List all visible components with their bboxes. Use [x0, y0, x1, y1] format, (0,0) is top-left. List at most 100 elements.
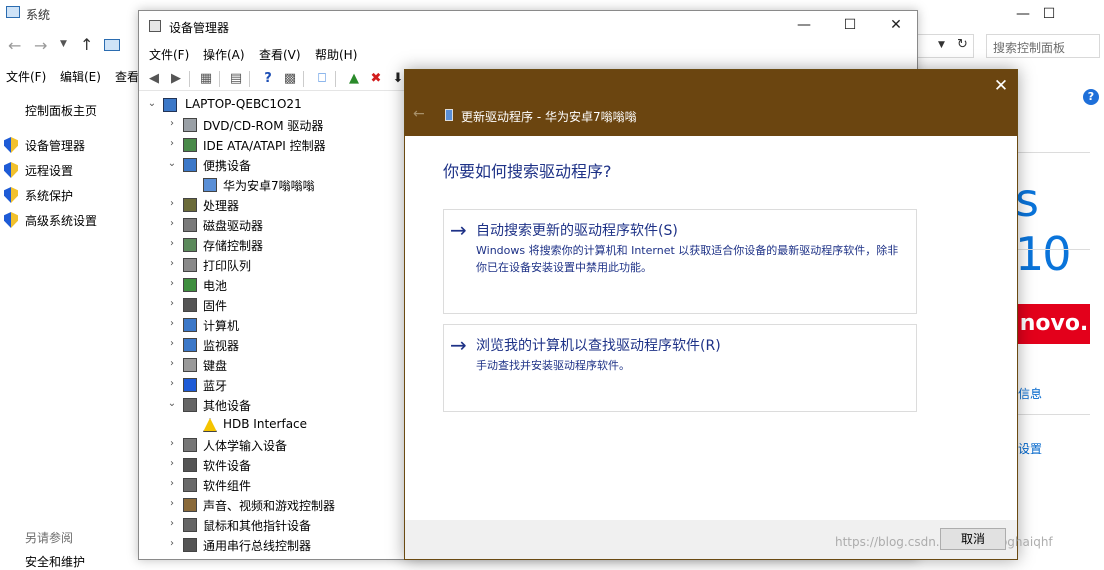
expand-chevron-icon[interactable]: ›: [167, 298, 177, 309]
expand-chevron-icon[interactable]: ›: [167, 318, 177, 329]
refresh-icon[interactable]: ↻: [957, 37, 968, 52]
toolbar-separator: [219, 71, 220, 87]
collapse-chevron-icon[interactable]: ⌄: [167, 158, 177, 169]
system-menu-file[interactable]: 文件(F): [6, 68, 46, 85]
search-input[interactable]: 搜索控制面板: [986, 34, 1100, 58]
expand-chevron-icon[interactable]: ›: [167, 238, 177, 249]
sheet-icon[interactable]: ▤: [227, 70, 245, 88]
dm-menu-view[interactable]: 查看(V): [259, 46, 301, 63]
expand-chevron-icon[interactable]: ›: [167, 498, 177, 509]
expand-chevron-icon[interactable]: ›: [167, 438, 177, 449]
expand-chevron-icon[interactable]: ›: [167, 218, 177, 229]
up-arrow-icon[interactable]: ↑: [80, 35, 93, 54]
properties-grid-icon[interactable]: ▦: [197, 70, 215, 88]
device-manager-title: 设备管理器: [169, 21, 230, 35]
tree-item-label: HDB Interface: [223, 417, 308, 431]
divider: [1018, 249, 1090, 250]
system-menu-bar: 文件(F) 编辑(E) 查看: [0, 66, 140, 86]
expand-chevron-icon[interactable]: ›: [167, 358, 177, 369]
computer-icon: [163, 98, 177, 112]
auto-search-description: Windows 将搜索你的计算机和 Internet 以获取适合你设备的最新驱动…: [476, 244, 899, 274]
tree-item-label: DVD/CD-ROM 驱动器: [203, 119, 324, 133]
expand-chevron-icon[interactable]: ›: [167, 518, 177, 529]
tree-item-label: 监视器: [203, 339, 240, 353]
tree-item-label: 蓝牙: [203, 379, 228, 393]
toolbar-separator: [335, 71, 336, 87]
tree-item-label: 固件: [203, 299, 228, 313]
collapse-chevron-icon[interactable]: ⌄: [147, 98, 157, 109]
recent-locations-chevron-icon[interactable]: ▼: [60, 39, 67, 49]
uninstall-icon[interactable]: ✖: [367, 70, 385, 88]
back-arrow-icon[interactable]: ←: [413, 106, 425, 122]
dm-menu-action[interactable]: 操作(A): [203, 46, 245, 63]
forward-arrow-icon[interactable]: ▶: [167, 70, 185, 88]
expand-chevron-icon[interactable]: ›: [167, 458, 177, 469]
address-bar-icon: [104, 39, 120, 51]
shield-icon: [4, 137, 18, 153]
browse-computer-title: 浏览我的计算机以查找驱动程序软件(R): [476, 338, 721, 354]
expand-chevron-icon[interactable]: ›: [167, 378, 177, 389]
scan-hardware-icon[interactable]: ⎕: [313, 70, 331, 88]
expand-chevron-icon[interactable]: ›: [167, 278, 177, 289]
update-driver-dialog: ✕ ← 更新驱动程序 - 华为安卓7嗡嗡嗡 你要如何搜索驱动程序? → 自动搜索…: [404, 69, 1053, 560]
update-driver-icon[interactable]: ▲: [345, 70, 363, 88]
expand-chevron-icon[interactable]: ›: [167, 198, 177, 209]
system-protection-link[interactable]: 系统保护: [25, 187, 73, 204]
expand-chevron-icon[interactable]: ›: [167, 538, 177, 549]
tree-item-label: 便携设备: [203, 159, 252, 173]
help-icon[interactable]: ?: [1083, 89, 1099, 105]
dialog-close-button[interactable]: ✕: [985, 72, 1017, 100]
remote-settings-link[interactable]: 远程设置: [25, 162, 73, 179]
tree-item-label: 磁盘驱动器: [203, 219, 264, 233]
toolbar-separator: [249, 71, 250, 87]
dm-menu-file[interactable]: 文件(F): [149, 46, 189, 63]
expand-chevron-icon[interactable]: ›: [167, 118, 177, 129]
back-arrow-icon[interactable]: ←: [8, 36, 21, 55]
system-maximize-button[interactable]: ☐: [1026, 0, 1072, 28]
warning-device-icon: [203, 418, 217, 432]
expand-chevron-icon[interactable]: ›: [167, 338, 177, 349]
cancel-button[interactable]: 取消: [940, 528, 1006, 550]
change-settings-link[interactable]: 设置: [1018, 440, 1042, 457]
collapse-chevron-icon[interactable]: ⌄: [167, 398, 177, 409]
dialog-question: 你要如何搜索驱动程序?: [443, 162, 612, 181]
windows-10-logo: s 10: [1015, 173, 1072, 281]
expand-chevron-icon[interactable]: ›: [167, 258, 177, 269]
auto-search-option[interactable]: → 自动搜索更新的驱动程序软件(S) Windows 将搜索你的计算机和 Int…: [443, 209, 917, 314]
toolbar-separator: [303, 71, 304, 87]
security-maintenance-link[interactable]: 安全和维护: [25, 553, 85, 570]
address-dropdown-chevron-icon[interactable]: ▼: [938, 40, 945, 50]
dm-menu-help[interactable]: 帮助(H): [315, 46, 357, 63]
tree-item-label: 软件组件: [203, 479, 252, 493]
shield-icon: [4, 187, 18, 203]
support-info-link[interactable]: 信息: [1018, 385, 1042, 402]
tree-item-label: 电池: [203, 279, 228, 293]
control-panel-home-link[interactable]: 控制面板主页: [25, 102, 97, 119]
storage-controller-icon: [183, 238, 197, 252]
dm-minimize-button[interactable]: —: [781, 11, 827, 39]
monitor-icon: [183, 338, 197, 352]
tree-item-label: IDE ATA/ATAPI 控制器: [203, 139, 326, 153]
system-menu-edit[interactable]: 编辑(E): [60, 68, 101, 85]
device-manager-icon: [149, 20, 161, 32]
help-icon[interactable]: ?: [259, 70, 277, 88]
dm-maximize-button[interactable]: ☐: [827, 11, 873, 39]
right-arrow-icon: →: [450, 333, 467, 357]
auto-search-title: 自动搜索更新的驱动程序软件(S): [476, 223, 678, 239]
expand-chevron-icon[interactable]: ›: [167, 478, 177, 489]
tree-item-label: 声音、视频和游戏控制器: [203, 499, 336, 513]
disc-drive-icon: [183, 118, 197, 132]
dm-close-button[interactable]: ✕: [873, 11, 919, 39]
forward-arrow-icon[interactable]: →: [34, 36, 47, 55]
advanced-system-settings-link[interactable]: 高级系统设置: [25, 212, 97, 229]
browse-computer-option[interactable]: → 浏览我的计算机以查找驱动程序软件(R) 手动查找并安装驱动程序软件。: [443, 324, 917, 412]
hid-icon: [183, 438, 197, 452]
phone-icon: [445, 109, 453, 121]
device-manager-link[interactable]: 设备管理器: [25, 137, 85, 154]
expand-chevron-icon[interactable]: ›: [167, 138, 177, 149]
system-menu-view[interactable]: 查看: [115, 68, 139, 85]
mouse-icon: [183, 518, 197, 532]
dm-menu-bar: 文件(F) 操作(A) 查看(V) 帮助(H): [139, 44, 917, 64]
view-pane-icon[interactable]: ▩: [281, 70, 299, 88]
back-arrow-icon[interactable]: ◀: [145, 70, 163, 88]
